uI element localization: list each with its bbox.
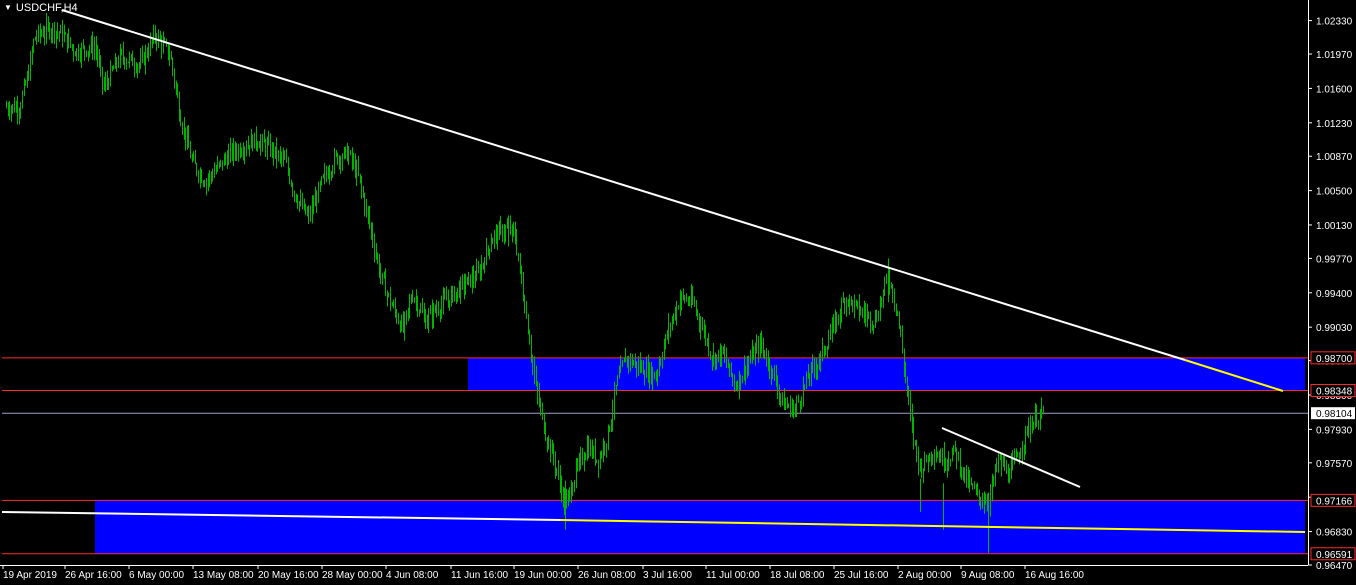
level-badge-label: 0.98348 bbox=[1316, 387, 1353, 398]
price-tick-label: 0.99030 bbox=[1316, 323, 1353, 334]
time-tick-label: 11 Jun 16:00 bbox=[451, 570, 509, 581]
price-tick-label: 0.99770 bbox=[1316, 254, 1353, 265]
time-tick-label: 18 Jul 08:00 bbox=[770, 570, 825, 581]
price-tick-label: 0.96830 bbox=[1316, 528, 1353, 539]
symbol-timeframe-label: USDCHF,H4 bbox=[15, 2, 78, 14]
time-tick-label: 19 Jun 00:00 bbox=[514, 570, 572, 581]
time-tick-label: 11 Jul 00:00 bbox=[706, 570, 760, 581]
price-tick-label: 1.02330 bbox=[1316, 17, 1353, 28]
price-tick-label: 1.00130 bbox=[1316, 221, 1353, 232]
time-tick-label: 16 Aug 16:00 bbox=[1025, 570, 1084, 581]
price-tick-label: 1.01600 bbox=[1316, 84, 1353, 95]
time-tick-label: 9 Aug 08:00 bbox=[961, 570, 1015, 581]
level-badge-label: 0.96591 bbox=[1316, 550, 1353, 561]
price-tick-label: 0.96470 bbox=[1316, 561, 1353, 572]
symbol-label[interactable]: ▼ USDCHF,H4 bbox=[4, 2, 78, 14]
chart-menu-caret-icon[interactable]: ▼ bbox=[4, 4, 12, 12]
time-tick-label: 3 Jul 16:00 bbox=[643, 570, 692, 581]
time-tick-label: 25 Jul 16:00 bbox=[834, 570, 889, 581]
level-badge-label: 0.98700 bbox=[1316, 354, 1353, 365]
time-tick-label: 4 Jun 08:00 bbox=[386, 570, 439, 581]
chart-window[interactable]: 1.02330 1.01970 1.01600 1.01230 1.00870 1.005… bbox=[0, 0, 1356, 585]
current-price-label: 0.98104 bbox=[1316, 409, 1353, 420]
time-tick-label: 2 Aug 00:00 bbox=[898, 570, 952, 581]
time-tick-label: 26 Apr 16:00 bbox=[65, 570, 122, 581]
time-tick-label: 20 May 16:00 bbox=[258, 570, 319, 581]
price-tick-label: 0.97570 bbox=[1316, 459, 1353, 470]
price-tick-label: 1.01230 bbox=[1316, 119, 1353, 130]
price-tick-label: 0.99400 bbox=[1316, 289, 1353, 300]
level-badge-label: 0.97166 bbox=[1316, 496, 1353, 507]
price-chart[interactable]: 1.02330 1.01970 1.01600 1.01230 1.00870 1.005… bbox=[0, 0, 1356, 585]
time-tick-label: 6 May 00:00 bbox=[129, 570, 184, 581]
resistance-zone[interactable] bbox=[468, 357, 1305, 391]
time-tick-label: 26 Jun 08:00 bbox=[578, 570, 636, 581]
time-tick-label: 13 May 08:00 bbox=[193, 570, 254, 581]
time-tick-label: 28 May 00:00 bbox=[322, 570, 383, 581]
price-tick-label: 1.00870 bbox=[1316, 152, 1353, 163]
price-tick-label: 0.97930 bbox=[1316, 425, 1353, 436]
time-tick-label: 19 Apr 2019 bbox=[3, 570, 57, 581]
price-tick-label: 1.01970 bbox=[1316, 50, 1353, 61]
descending-trendline[interactable] bbox=[61, 9, 1186, 361]
price-tick-label: 1.00500 bbox=[1316, 187, 1353, 198]
support-zone[interactable] bbox=[95, 500, 1305, 554]
